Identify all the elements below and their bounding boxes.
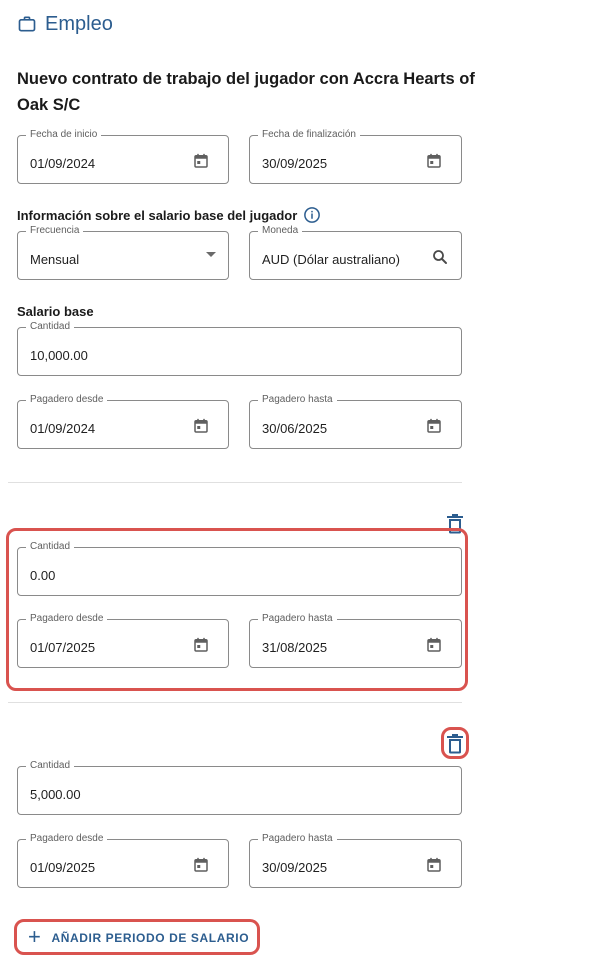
- calendar-icon[interactable]: [192, 152, 210, 170]
- frequency-value: Mensual: [30, 252, 80, 267]
- payable-to-value: 30/06/2025: [262, 421, 328, 436]
- trash-icon[interactable]: [446, 734, 464, 754]
- end-date-value: 30/09/2025: [262, 156, 328, 171]
- calendar-icon[interactable]: [425, 417, 443, 435]
- payable-to-field[interactable]: Pagadero hasta 30/06/2025: [249, 394, 462, 449]
- end-date-label: Fecha de finalización: [258, 129, 360, 141]
- calendar-icon[interactable]: [425, 152, 443, 170]
- amount-value: 10,000.00: [30, 348, 88, 363]
- plus-icon: +: [28, 924, 42, 949]
- amount-label: Cantidad: [26, 760, 75, 772]
- divider: [8, 702, 462, 703]
- chevron-down-icon[interactable]: [206, 252, 216, 257]
- payable-to-label: Pagadero hasta: [258, 833, 337, 845]
- end-date-field[interactable]: Fecha de finalización 30/09/2025: [249, 129, 462, 184]
- amount-label: Cantidad: [26, 321, 75, 333]
- briefcase-icon: [18, 16, 36, 32]
- add-salary-period-label: AÑADIR PERIODO DE SALARIO: [51, 931, 250, 945]
- start-date-value: 01/09/2024: [30, 156, 96, 171]
- search-icon[interactable]: [431, 248, 449, 266]
- payable-from-label: Pagadero desde: [26, 613, 108, 625]
- amount-value: 5,000.00: [30, 787, 81, 802]
- payable-from-label: Pagadero desde: [26, 833, 108, 845]
- page-header: Empleo: [17, 10, 113, 38]
- payable-to-value: 31/08/2025: [262, 640, 328, 655]
- start-date-field[interactable]: Fecha de inicio 01/09/2024: [17, 129, 229, 184]
- payable-from-field[interactable]: Pagadero desde 01/09/2025: [17, 833, 229, 888]
- salary-info-heading-row: Información sobre el salario base del ju…: [17, 205, 321, 225]
- payable-from-field[interactable]: Pagadero desde 01/07/2025: [17, 613, 229, 668]
- frequency-label: Frecuencia: [26, 225, 84, 237]
- calendar-icon[interactable]: [425, 636, 443, 654]
- currency-label: Moneda: [258, 225, 303, 237]
- payable-from-field[interactable]: Pagadero desde 01/09/2024: [17, 394, 229, 449]
- amount-field[interactable]: Cantidad 5,000.00: [17, 760, 462, 815]
- payable-to-label: Pagadero hasta: [258, 394, 337, 406]
- payable-from-label: Pagadero desde: [26, 394, 108, 406]
- page-title: Empleo: [45, 12, 113, 35]
- divider: [8, 482, 462, 483]
- contract-title: Nuevo contrato de trabajo del jugador co…: [17, 70, 475, 114]
- salary-info-heading: Información sobre el salario base del ju…: [17, 207, 298, 223]
- calendar-icon[interactable]: [192, 856, 210, 874]
- base-salary-heading: Salario base: [17, 304, 94, 319]
- start-date-label: Fecha de inicio: [26, 129, 102, 141]
- payable-to-value: 30/09/2025: [262, 860, 328, 875]
- calendar-icon[interactable]: [192, 636, 210, 654]
- payable-to-field[interactable]: Pagadero hasta 31/08/2025: [249, 613, 462, 668]
- payable-to-field[interactable]: Pagadero hasta 30/09/2025: [249, 833, 462, 888]
- calendar-icon[interactable]: [425, 856, 443, 874]
- frequency-select[interactable]: Frecuencia Mensual: [17, 225, 229, 280]
- amount-label: Cantidad: [26, 541, 75, 553]
- payable-to-label: Pagadero hasta: [258, 613, 337, 625]
- amount-value: 0.00: [30, 568, 56, 583]
- payable-from-value: 01/09/2024: [30, 421, 96, 436]
- currency-value: AUD (Dólar australiano): [262, 252, 400, 267]
- currency-field[interactable]: Moneda AUD (Dólar australiano): [249, 225, 462, 280]
- info-icon[interactable]: [303, 206, 321, 224]
- calendar-icon[interactable]: [192, 417, 210, 435]
- amount-field[interactable]: Cantidad 0.00: [17, 541, 462, 596]
- amount-field[interactable]: Cantidad 10,000.00: [17, 321, 462, 376]
- payable-from-value: 01/07/2025: [30, 640, 96, 655]
- add-salary-period-button[interactable]: + AÑADIR PERIODO DE SALARIO: [16, 922, 261, 954]
- payable-from-value: 01/09/2025: [30, 860, 96, 875]
